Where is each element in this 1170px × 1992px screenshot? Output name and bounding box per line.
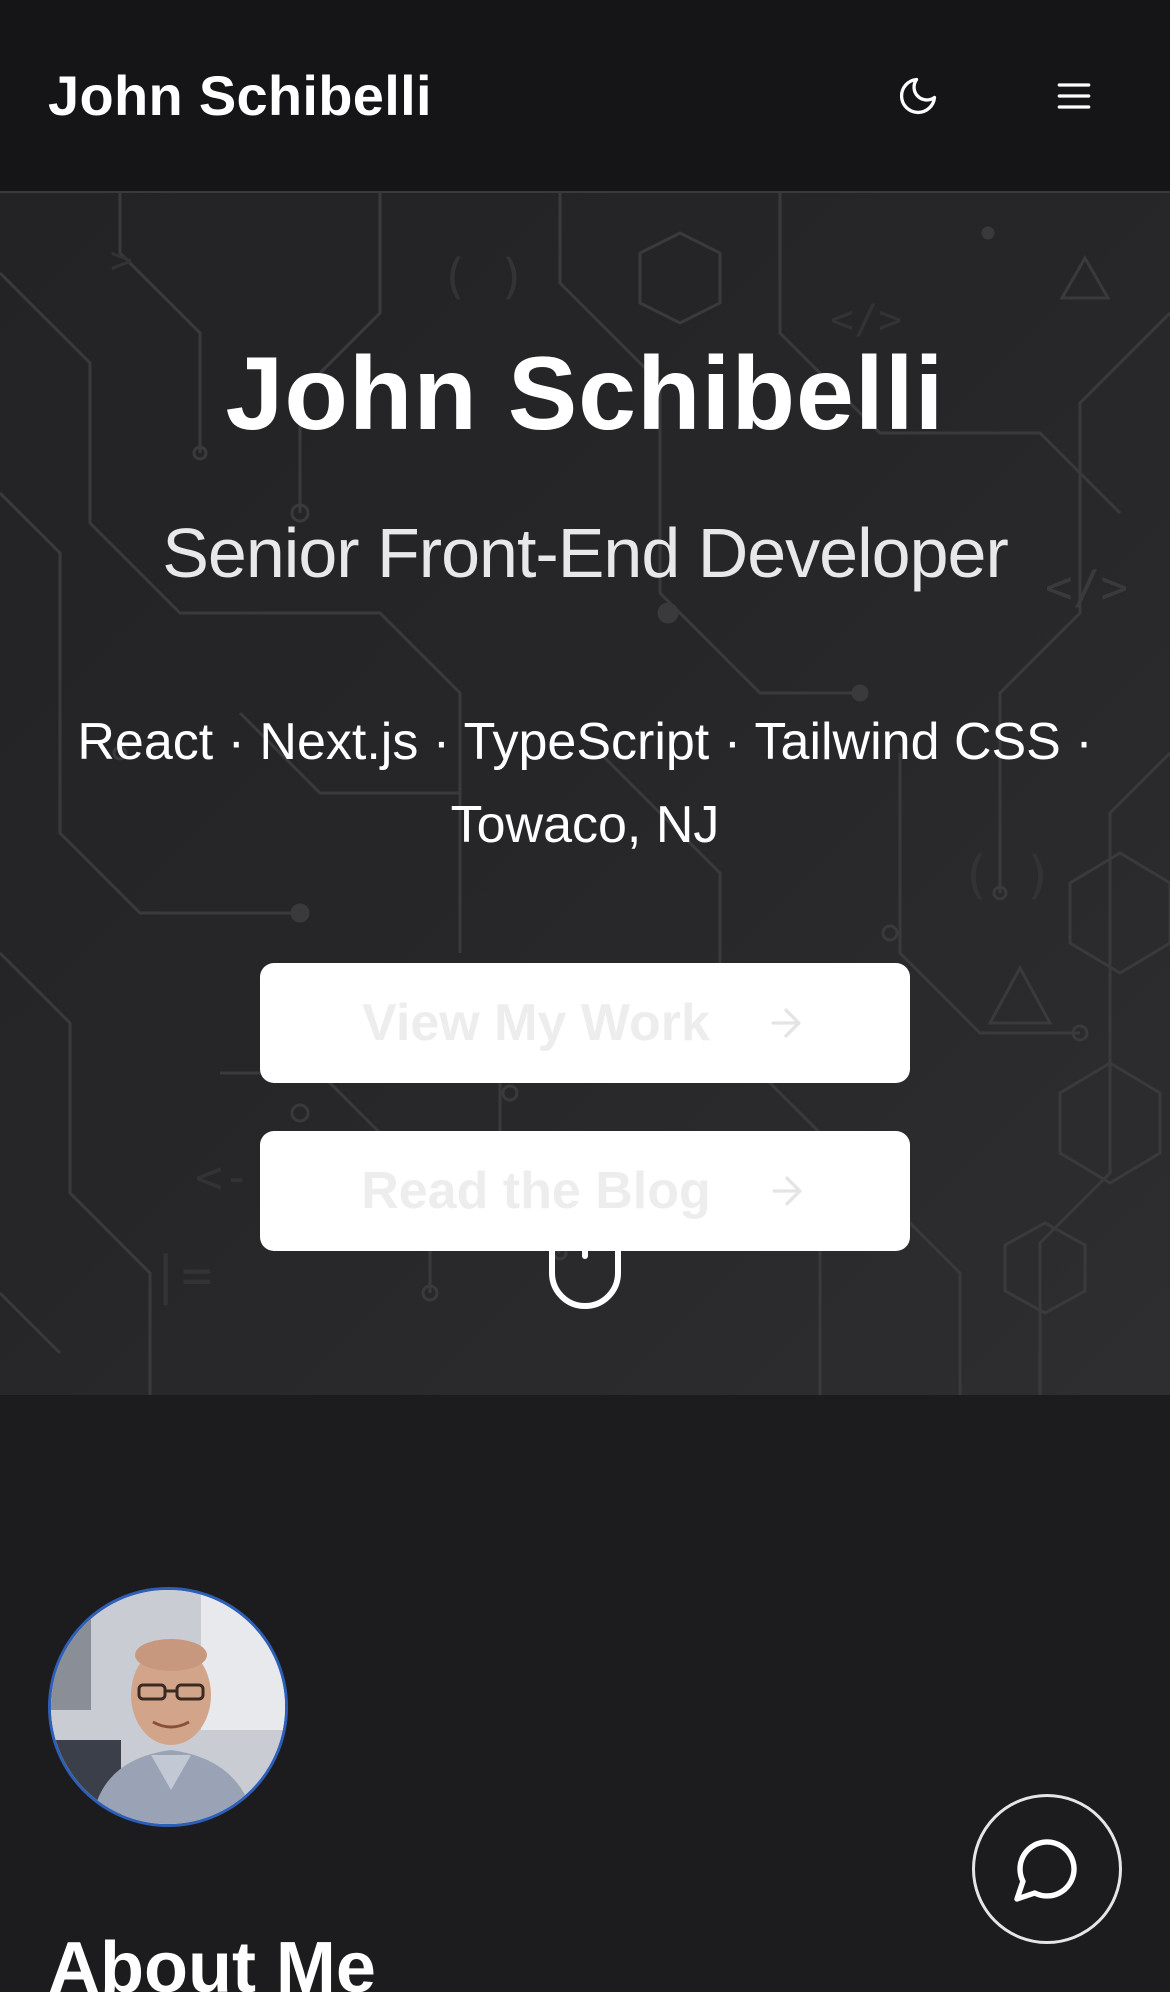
profile-photo [51, 1590, 285, 1824]
chat-button[interactable] [972, 1794, 1122, 1944]
header-actions [882, 60, 1122, 132]
site-brand[interactable]: John Schibelli [48, 63, 432, 128]
site-header: John Schibelli [0, 0, 1170, 193]
read-the-blog-label: Read the Blog [361, 1162, 711, 1220]
view-my-work-button[interactable]: View My Work [260, 963, 910, 1083]
menu-button[interactable] [1038, 60, 1110, 132]
hero-tech-stack: React · Next.js · TypeScript · Tailwind … [40, 701, 1130, 867]
avatar [48, 1587, 288, 1827]
hero-job-title: Senior Front-End Developer [162, 514, 1009, 592]
tech-stack-line: React · Next.js · TypeScript · Tailwind … [77, 713, 1093, 771]
location-text: Towaco, NJ [450, 796, 720, 854]
arrow-right-icon [772, 1176, 802, 1206]
hamburger-menu-icon [1057, 82, 1091, 109]
hero-name: John Schibelli [225, 336, 945, 452]
theme-toggle-button[interactable] [882, 60, 954, 132]
view-my-work-label: View My Work [362, 994, 710, 1052]
about-heading: About Me [48, 1928, 376, 1992]
hero-content: John Schibelli Senior Front-End Develope… [0, 193, 1170, 1395]
arrow-right-icon [771, 1008, 801, 1038]
read-the-blog-button[interactable]: Read the Blog [260, 1131, 910, 1251]
hero-section: </> </> ( ) ( ) <- |= > John Schibelli S… [0, 193, 1170, 1395]
chat-bubble-icon [1014, 1839, 1077, 1902]
moon-icon [899, 77, 937, 114]
